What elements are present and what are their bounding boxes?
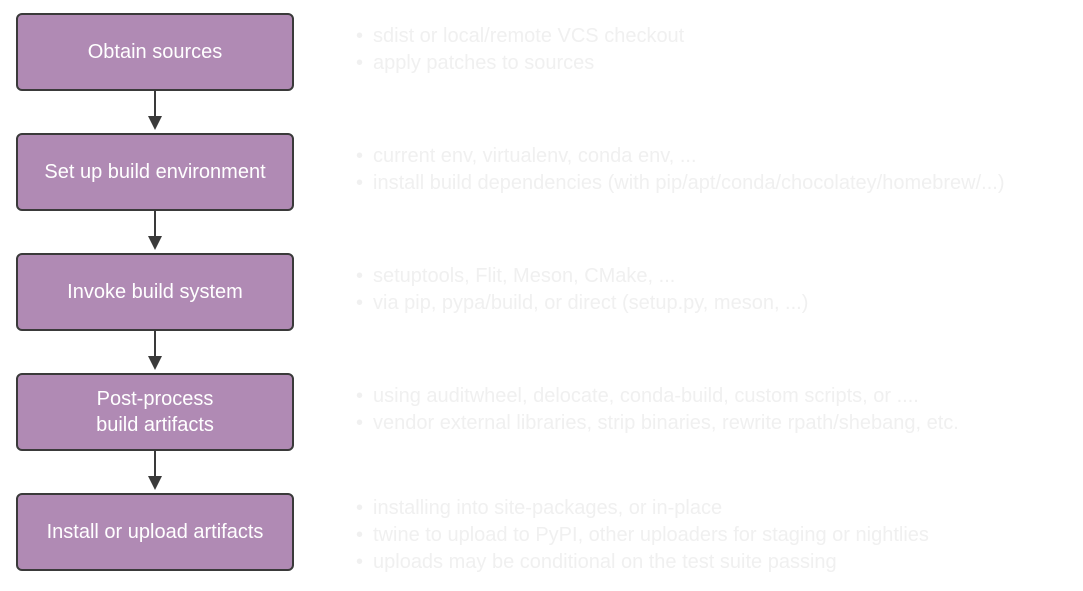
note-item: uploads may be conditional on the test s… bbox=[356, 549, 929, 576]
arrow-down-icon bbox=[148, 116, 162, 130]
step-label: Set up build environment bbox=[44, 161, 266, 183]
step-label: Install or upload artifacts bbox=[46, 521, 264, 543]
step-box-post-process: Post-process build artifacts bbox=[16, 373, 294, 451]
note-item: install build dependencies (with pip/apt… bbox=[356, 170, 1004, 197]
step-notes-install-or-upload: installing into site-packages, or in-pla… bbox=[356, 495, 929, 576]
note-item: using auditwheel, delocate, conda-build,… bbox=[356, 383, 959, 410]
note-item: via pip, pypa/build, or direct (setup.py… bbox=[356, 290, 808, 317]
note-item: apply patches to sources bbox=[356, 50, 684, 77]
step-notes-post-process: using auditwheel, delocate, conda-build,… bbox=[356, 383, 959, 437]
note-item: setuptools, Flit, Meson, CMake, ... bbox=[356, 263, 808, 290]
step-box-install-or-upload: Install or upload artifacts bbox=[16, 493, 294, 571]
step-notes-setup-environment: current env, virtualenv, conda env, ... … bbox=[356, 143, 1004, 197]
step-label: Invoke build system bbox=[67, 281, 243, 303]
connector-line bbox=[154, 331, 156, 357]
step-label: Obtain sources bbox=[87, 41, 223, 63]
connector-line bbox=[154, 211, 156, 237]
note-item: vendor external libraries, strip binarie… bbox=[356, 410, 959, 437]
step-box-obtain-sources: Obtain sources bbox=[16, 13, 294, 91]
arrow-down-icon bbox=[148, 476, 162, 490]
connector-line bbox=[154, 91, 156, 117]
arrow-down-icon bbox=[148, 356, 162, 370]
note-item: current env, virtualenv, conda env, ... bbox=[356, 143, 1004, 170]
step-label: Post-process build artifacts bbox=[96, 388, 214, 436]
note-item: sdist or local/remote VCS checkout bbox=[356, 23, 684, 50]
arrow-down-icon bbox=[148, 236, 162, 250]
step-notes-obtain-sources: sdist or local/remote VCS checkout apply… bbox=[356, 23, 684, 77]
step-box-setup-environment: Set up build environment bbox=[16, 133, 294, 211]
note-item: twine to upload to PyPI, other uploaders… bbox=[356, 522, 929, 549]
connector-line bbox=[154, 451, 156, 477]
step-box-invoke-build-system: Invoke build system bbox=[16, 253, 294, 331]
note-item: installing into site-packages, or in-pla… bbox=[356, 495, 929, 522]
step-notes-invoke-build-system: setuptools, Flit, Meson, CMake, ... via … bbox=[356, 263, 808, 317]
